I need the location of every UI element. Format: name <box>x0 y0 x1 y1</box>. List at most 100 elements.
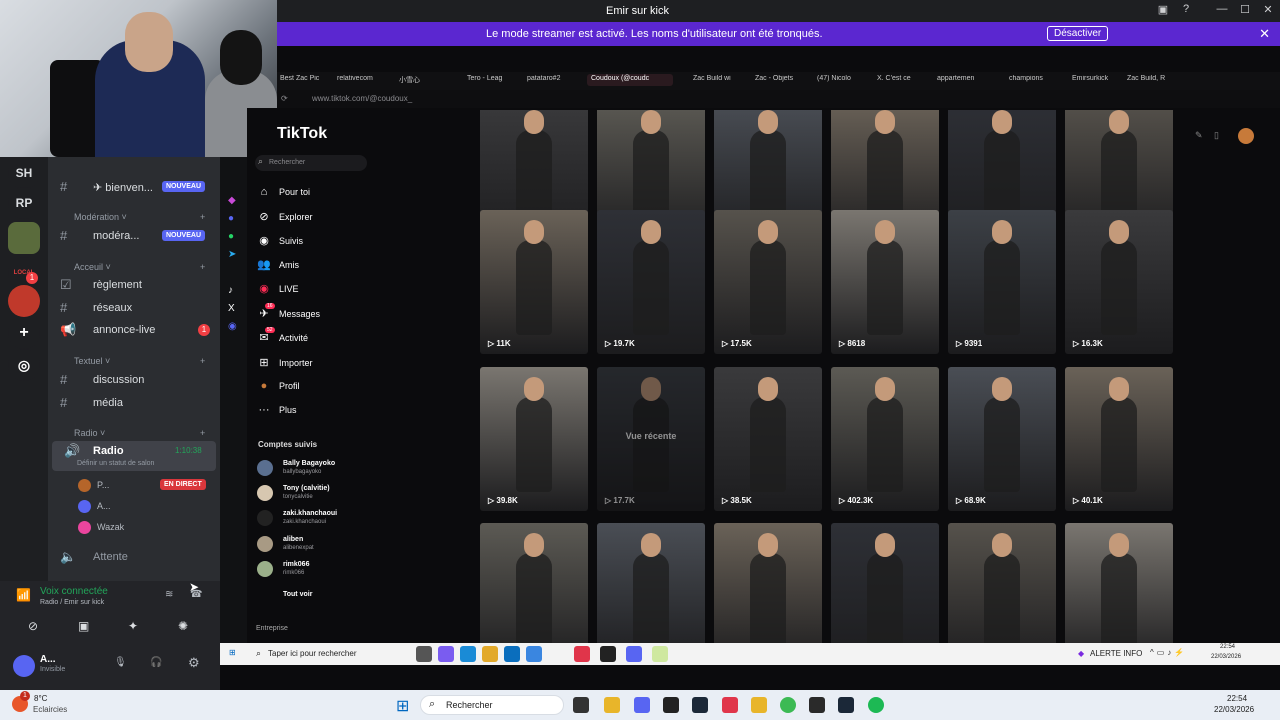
browser-tab[interactable]: champions <box>1009 75 1059 87</box>
channel-bienvenue[interactable]: # ✈ bienven... NOUVEAU <box>48 177 220 197</box>
news-alert[interactable]: ALERTE INFO <box>1090 649 1142 658</box>
video-thumbnail[interactable] <box>597 523 705 643</box>
gear-icon[interactable]: ⚙ <box>188 655 200 671</box>
browser-tab[interactable]: (47) Nicolo <box>817 75 867 87</box>
screen-share-icon[interactable]: ▣ <box>78 619 89 633</box>
nav-live[interactable]: ◉ LIVE <box>257 282 298 295</box>
url-text[interactable]: www.tiktok.com/@coudoux_ <box>312 94 412 103</box>
voice-status[interactable]: Voix connectée <box>40 586 108 597</box>
browser-tab[interactable]: appartemen <box>937 75 987 87</box>
help-icon[interactable]: ? <box>1178 3 1194 19</box>
discord-icon[interactable] <box>634 697 650 713</box>
opera-icon[interactable] <box>722 697 738 713</box>
store-icon[interactable] <box>504 646 520 662</box>
server-icon-game[interactable] <box>8 222 40 254</box>
spotify-icon[interactable] <box>868 697 884 713</box>
video-thumbnail[interactable]: ▷ 8618 <box>831 210 939 354</box>
voice-user[interactable]: Wazak <box>78 521 124 534</box>
video-thumbnail[interactable]: ▷ 16.3K <box>1065 210 1173 354</box>
voice-user[interactable]: A... <box>78 500 111 513</box>
video-thumbnail[interactable]: ▷ 17.5K <box>714 210 822 354</box>
nav-for-you[interactable]: ⌂ Pour toi <box>257 186 310 198</box>
disable-streamer-button[interactable]: Désactiver <box>1047 26 1109 41</box>
channel-moderation[interactable]: # modéra... NOUVEAU <box>48 226 220 246</box>
channel-annonce-live[interactable]: 📢 annonce-live 1 <box>48 320 220 340</box>
minimize-button[interactable]: — <box>1214 3 1230 19</box>
video-thumbnail[interactable]: ▷ 38.5K <box>714 367 822 511</box>
phone-icon[interactable]: ▯ <box>1214 130 1219 141</box>
browser-tab[interactable]: Zac Build, R <box>1127 75 1183 87</box>
browser-tab-active[interactable]: Coudoux (@coudc <box>587 74 673 86</box>
task-view-icon[interactable] <box>573 697 589 713</box>
tiktok-icon[interactable]: ♪ <box>228 285 233 296</box>
explore-icon[interactable]: ◎ <box>8 349 40 381</box>
channel-discussion[interactable]: # discussion <box>48 370 220 390</box>
add-channel-icon[interactable]: + <box>200 356 205 366</box>
video-thumbnail[interactable]: ▷ 402.3K <box>831 367 939 511</box>
windows-start-icon[interactable]: ⊞ <box>396 696 409 716</box>
steam-icon[interactable] <box>838 697 854 713</box>
video-thumbnail[interactable]: ▷ 11K <box>480 210 588 354</box>
server-rp[interactable]: RP <box>8 187 40 219</box>
folder-icon[interactable] <box>604 697 620 713</box>
category-radio[interactable]: Radio ˅ + <box>60 428 205 438</box>
address-bar[interactable]: ⟳ www.tiktok.com/@coudoux_ <box>277 90 1280 108</box>
search-input[interactable]: Rechercher <box>255 155 367 171</box>
edge-icon[interactable] <box>460 646 476 662</box>
add-server-icon[interactable]: + <box>8 317 40 349</box>
nav-more[interactable]: ··· Plus <box>257 404 297 416</box>
nav-upload[interactable]: ⊞ Importer <box>257 356 312 369</box>
browser-tab[interactable]: Tero - Leag <box>467 75 517 87</box>
app-icon[interactable] <box>652 646 668 662</box>
video-thumbnail[interactable] <box>948 523 1056 643</box>
nav-friends[interactable]: 👥 Amis <box>257 258 299 271</box>
copilot-icon[interactable] <box>438 646 454 662</box>
epic-games-icon[interactable] <box>663 697 679 713</box>
discord-icon[interactable]: ◉ <box>228 321 237 332</box>
noise-icon[interactable]: ≋ <box>165 589 173 600</box>
video-thumbnail[interactable]: ▷ 9391 <box>948 210 1056 354</box>
reload-icon[interactable]: ⟳ <box>281 94 288 103</box>
messenger-icon[interactable]: ● <box>228 213 234 224</box>
channel-media[interactable]: # média <box>48 393 220 413</box>
telegram-icon[interactable]: ➤ <box>228 249 236 260</box>
close-button[interactable]: ✕ <box>1260 3 1276 19</box>
add-channel-icon[interactable]: + <box>200 212 205 222</box>
video-thumbnail[interactable]: ▷ 19.7K <box>597 210 705 354</box>
nav-following[interactable]: ◉ Suivis <box>257 234 303 247</box>
see-all-link[interactable]: Tout voir <box>283 591 312 598</box>
chrome-icon[interactable] <box>780 697 796 713</box>
video-thumbnail[interactable] <box>714 523 822 643</box>
taskbar-search[interactable]: ⌕ Rechercher <box>420 695 564 715</box>
voice-channel-attente[interactable]: 🔈 Attente <box>48 547 220 567</box>
voice-user[interactable]: P... <box>78 479 109 492</box>
app-icon[interactable] <box>526 646 542 662</box>
maximize-button[interactable]: ☐ <box>1237 3 1253 19</box>
weather-desc[interactable]: Eclaircies <box>33 705 67 714</box>
nav-activity[interactable]: ✉ Activité <box>257 331 308 344</box>
edit-icon[interactable]: ✎ <box>1195 130 1203 141</box>
close-icon[interactable]: ✕ <box>1259 26 1270 42</box>
camera-off-icon[interactable]: ⊘ <box>28 619 38 633</box>
video-thumbnail[interactable]: ▷ 39.8K <box>480 367 588 511</box>
browser-tab[interactable]: Emirsurkick <box>1072 75 1122 87</box>
microphone-icon[interactable]: 🎙 <box>114 657 127 668</box>
riot-icon[interactable] <box>751 697 767 713</box>
channel-reglement[interactable]: ☑ règlement <box>48 275 220 295</box>
add-channel-icon[interactable]: + <box>200 262 205 272</box>
browser-tab[interactable]: 小雪心 <box>399 75 449 87</box>
whatsapp-icon[interactable]: ● <box>228 231 234 242</box>
discord-icon[interactable] <box>626 646 642 662</box>
browser-tab[interactable]: Zac - Objets <box>755 75 805 87</box>
video-thumbnail[interactable]: ▷ 68.9K <box>948 367 1056 511</box>
voice-location[interactable]: Radio / Emir sur kick <box>40 599 104 606</box>
category-accueil[interactable]: Acceuil ˅ + <box>60 262 205 272</box>
video-thumbnail[interactable] <box>1065 523 1173 643</box>
browser-tab[interactable]: Zac Build wi <box>693 75 741 87</box>
browser-tab[interactable]: Best Zac Pic <box>280 75 324 87</box>
channel-status[interactable]: Définir un statut de salon <box>77 460 154 467</box>
soundboard-icon[interactable]: ✺ <box>178 619 188 633</box>
avatar[interactable] <box>13 655 35 677</box>
obs-icon[interactable] <box>600 646 616 662</box>
channel-reseaux[interactable]: # réseaux <box>48 298 220 318</box>
